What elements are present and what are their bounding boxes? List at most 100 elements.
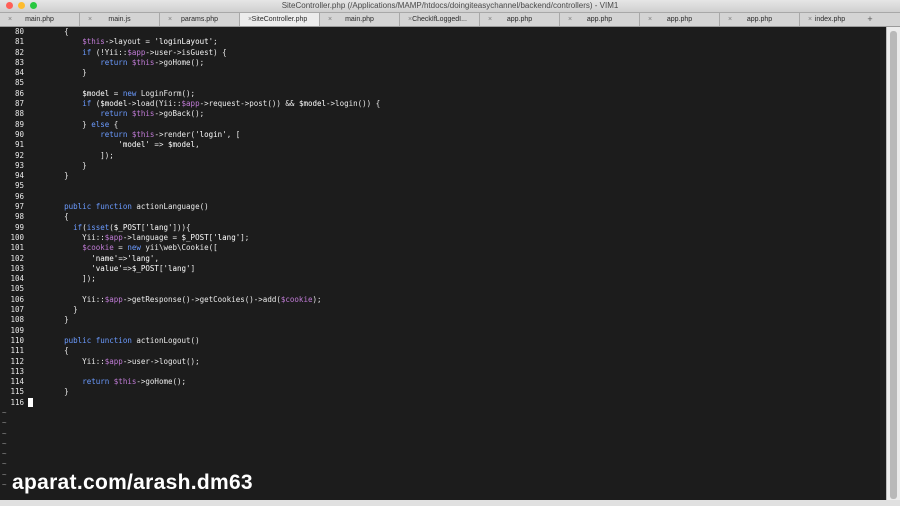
tab-label: CheckIfLoggedI... <box>412 16 467 23</box>
tab[interactable]: × app.php <box>720 13 800 26</box>
line-number: 110 <box>10 335 24 345</box>
tab[interactable]: × main.js <box>80 13 160 26</box>
text-cursor <box>28 397 33 407</box>
tab-close-icon[interactable]: × <box>488 13 492 26</box>
tab-close-icon[interactable]: × <box>168 13 172 26</box>
line-number: 81 <box>14 37 24 47</box>
line-number: 109 <box>10 325 24 335</box>
code-area[interactable]: { $this->layout = 'loginLayout'; if (!Yi… <box>28 27 884 408</box>
code-line[interactable]: 'value'=>$_POST['lang'] <box>28 264 884 274</box>
line-number: 103 <box>10 263 24 273</box>
code-line[interactable] <box>28 78 884 88</box>
empty-line-marker: ~ <box>2 428 7 438</box>
line-number: 95 <box>14 181 24 191</box>
scrollbar-thumb[interactable] <box>890 31 897 499</box>
code-line[interactable] <box>28 181 884 191</box>
code-line[interactable]: { <box>28 27 884 37</box>
tab[interactable]: × app.php <box>640 13 720 26</box>
line-number: 106 <box>10 294 24 304</box>
code-line[interactable]: { <box>28 212 884 222</box>
code-line[interactable]: return $this->goHome(); <box>28 58 884 68</box>
code-line[interactable] <box>28 397 884 408</box>
line-number: 87 <box>14 99 24 109</box>
line-number: 93 <box>14 160 24 170</box>
code-line[interactable]: Yii::$app->user->logout(); <box>28 357 884 367</box>
code-line[interactable]: $this->layout = 'loginLayout'; <box>28 37 884 47</box>
tab-label: main.php <box>25 16 54 23</box>
tab-close-icon[interactable]: × <box>8 13 12 26</box>
line-number: 108 <box>10 315 24 325</box>
code-line[interactable]: } <box>28 171 884 181</box>
code-line[interactable]: } <box>28 161 884 171</box>
line-number: 92 <box>14 150 24 160</box>
code-line[interactable]: Yii::$app->language = $_POST['lang']; <box>28 233 884 243</box>
tab-close-icon[interactable]: × <box>408 13 412 26</box>
code-line[interactable]: } <box>28 68 884 78</box>
tab-label: index.php <box>814 16 846 23</box>
line-number: 89 <box>14 119 24 129</box>
code-line[interactable]: public function actionLanguage() <box>28 202 884 212</box>
code-line[interactable]: if ($model->load(Yii::$app->request->pos… <box>28 99 884 109</box>
line-number: 85 <box>14 78 24 88</box>
empty-line-marker: ~ <box>2 407 7 417</box>
line-number: 99 <box>14 222 24 232</box>
tab-close-icon[interactable]: × <box>568 13 572 26</box>
tab[interactable]: × params.php <box>160 13 240 26</box>
tab-close-icon[interactable]: × <box>808 13 812 26</box>
new-tab-button[interactable]: + <box>860 13 880 26</box>
tab-close-icon[interactable]: × <box>88 13 92 26</box>
line-number: 91 <box>14 140 24 150</box>
tab[interactable]: × app.php <box>480 13 560 26</box>
line-number: 82 <box>14 47 24 57</box>
code-line[interactable]: 'name'=>'lang', <box>28 254 884 264</box>
code-line[interactable]: $model = new LoginForm(); <box>28 89 884 99</box>
line-number: 101 <box>10 243 24 253</box>
code-line[interactable]: ]); <box>28 274 884 284</box>
code-line[interactable]: return $this->goHome(); <box>28 377 884 387</box>
code-line[interactable]: { <box>28 346 884 356</box>
code-line[interactable]: public function actionLogout() <box>28 336 884 346</box>
vertical-scrollbar[interactable] <box>886 27 900 500</box>
code-line[interactable]: } <box>28 387 884 397</box>
code-editor[interactable]: 80 81 82 83 84 85 86 87 88 89 90 91 92 93 94 95 96 97 98 99… <box>0 27 886 500</box>
tab-active[interactable]: × SiteController.php <box>240 13 320 26</box>
tab-close-icon[interactable]: × <box>248 13 252 26</box>
tab[interactable]: × index.php <box>800 13 860 26</box>
tab[interactable]: × CheckIfLoggedI... <box>400 13 480 26</box>
tab[interactable]: × main.php <box>0 13 80 26</box>
code-line[interactable]: Yii::$app->getResponse()->getCookies()->… <box>28 295 884 305</box>
tab-close-icon[interactable]: × <box>328 13 332 26</box>
line-number: 83 <box>14 57 24 67</box>
empty-line-marker: ~ <box>2 459 7 469</box>
window-title: SiteController.php (/Applications/MAMP/h… <box>281 1 619 10</box>
tab-label: app.php <box>586 16 613 23</box>
code-line[interactable]: ]); <box>28 151 884 161</box>
line-number: 114 <box>10 377 24 387</box>
tab-label: params.php <box>181 16 218 23</box>
code-line[interactable]: } <box>28 315 884 325</box>
code-line[interactable] <box>28 284 884 294</box>
code-line[interactable] <box>28 326 884 336</box>
code-line[interactable]: $cookie = new yii\web\Cookie([ <box>28 243 884 253</box>
tab[interactable]: × app.php <box>560 13 640 26</box>
line-number: 113 <box>10 366 24 376</box>
bottom-edge <box>0 500 900 506</box>
code-line[interactable] <box>28 192 884 202</box>
tab-label: app.php <box>506 16 533 23</box>
code-line[interactable]: } else { <box>28 120 884 130</box>
tab[interactable]: × main.php <box>320 13 400 26</box>
tab-close-icon[interactable]: × <box>728 13 732 26</box>
code-line[interactable]: 'model' => $model, <box>28 140 884 150</box>
code-line[interactable]: return $this->goBack(); <box>28 109 884 119</box>
line-number: 102 <box>10 253 24 263</box>
line-number: 116 <box>10 397 24 407</box>
code-line[interactable]: } <box>28 305 884 315</box>
line-number: 90 <box>14 129 24 139</box>
tab-close-icon[interactable]: × <box>648 13 652 26</box>
empty-line-marker: ~ <box>2 438 7 448</box>
code-line[interactable]: if(isset($_POST['lang'])){ <box>28 223 884 233</box>
code-line[interactable]: return $this->render('login', [ <box>28 130 884 140</box>
code-line[interactable] <box>28 367 884 377</box>
line-number: 107 <box>10 305 24 315</box>
code-line[interactable]: if (!Yii::$app->user->isGuest) { <box>28 48 884 58</box>
